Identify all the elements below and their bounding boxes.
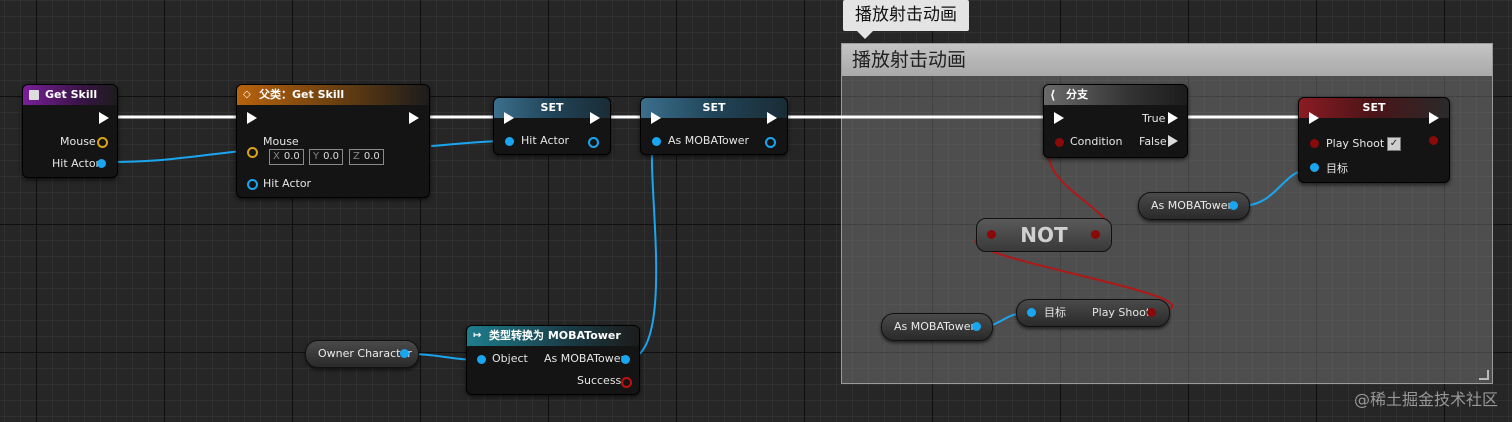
play-shoot-label: Play Shoot xyxy=(1092,306,1151,319)
play-shoot-checkbox[interactable]: ✓ xyxy=(1387,137,1401,151)
condition-pin[interactable] xyxy=(1055,138,1064,147)
set-as-tower-node[interactable]: SET As MOBATower xyxy=(640,97,788,155)
function-icon: ◇ xyxy=(243,89,251,100)
as-tower-label: As MOBATower xyxy=(668,134,749,147)
exec-in-pin[interactable] xyxy=(651,112,661,124)
vector-x-field[interactable]: X 0.0 xyxy=(269,149,304,165)
wires-layer xyxy=(105,115,1317,361)
hit-actor-label: Hit Actor xyxy=(521,134,570,147)
branch-header[interactable]: ⟨ 分支 xyxy=(1044,85,1187,105)
parent-get-skill-header[interactable]: ◇ 父类：Get Skill xyxy=(237,85,429,105)
exec-in-pin[interactable] xyxy=(247,112,257,124)
owner-character-label: Owner Character xyxy=(318,347,412,360)
target-label: 目标 xyxy=(1326,162,1348,175)
exec-in-pin[interactable] xyxy=(1054,112,1064,124)
owner-character-pin[interactable] xyxy=(400,349,409,358)
success-pin[interactable] xyxy=(621,377,632,388)
mouse-label: Mouse xyxy=(60,135,96,148)
play-shoot-pin[interactable] xyxy=(1147,308,1156,317)
play-shoot-out-pin[interactable] xyxy=(1429,136,1438,145)
cast-node[interactable]: ↦ 类型转换为 MOBATower Object As MOBATower Su… xyxy=(466,325,640,395)
cast-header[interactable]: ↦ 类型转换为 MOBATower xyxy=(467,326,639,346)
hit-actor-in-pin[interactable] xyxy=(505,137,514,146)
not-in-pin[interactable] xyxy=(987,230,996,239)
hit-actor-label: Hit Actor xyxy=(263,177,312,190)
exec-out-pin[interactable] xyxy=(590,112,600,124)
branch-node[interactable]: ⟨ 分支 True Condition False xyxy=(1043,84,1188,158)
set-as-tower-title[interactable]: SET xyxy=(641,98,787,118)
as-tower-pin[interactable] xyxy=(621,355,630,364)
set-hit-actor-node[interactable]: SET Hit Actor xyxy=(493,97,611,155)
not-out-pin[interactable] xyxy=(1091,230,1100,239)
false-label: False xyxy=(1139,135,1167,148)
as-tower-variable-2-pin[interactable] xyxy=(972,322,981,331)
object-pin[interactable] xyxy=(477,355,486,364)
event-icon xyxy=(29,90,39,100)
set-play-shoot-title[interactable]: SET xyxy=(1299,98,1449,118)
owner-character-variable[interactable]: Owner Character xyxy=(305,340,419,368)
exec-in-pin[interactable] xyxy=(1309,112,1319,124)
play-shoot-label: Play Shoot xyxy=(1326,137,1385,150)
as-tower-variable-2[interactable]: As MOBATower xyxy=(881,313,993,341)
watermark: @稀土掘金技术社区 xyxy=(1353,390,1498,409)
cast-icon: ↦ xyxy=(473,330,482,341)
condition-label: Condition xyxy=(1070,135,1123,148)
set-play-shoot-node[interactable]: SET Play Shoot ✓ 目标 xyxy=(1298,97,1450,183)
branch-title: 分支 xyxy=(1066,88,1088,101)
branch-icon: ⟨ xyxy=(1050,88,1056,102)
exec-out-pin[interactable] xyxy=(99,112,109,124)
success-label: Success xyxy=(577,374,622,387)
exec-out-pin[interactable] xyxy=(1429,112,1439,124)
as-tower-out-pin[interactable] xyxy=(765,137,776,148)
exec-out-pin[interactable] xyxy=(767,112,777,124)
hit-actor-pin[interactable] xyxy=(97,159,106,168)
play-shoot-in-pin[interactable] xyxy=(1310,139,1319,148)
target-pin[interactable] xyxy=(1310,163,1319,172)
as-tower-label: As MOBATower xyxy=(544,352,625,365)
mouse-label: Mouse xyxy=(263,135,299,148)
exec-in-pin[interactable] xyxy=(504,112,514,124)
not-title: NOT xyxy=(1020,223,1068,247)
true-label: True xyxy=(1142,112,1166,125)
target-label: 目标 xyxy=(1044,306,1066,319)
as-tower-variable-pin[interactable] xyxy=(1229,201,1238,210)
get-skill-title: Get Skill xyxy=(45,88,98,101)
parent-get-skill-node[interactable]: ◇ 父类：Get Skill Mouse X 0.0 Y 0.0 Z 0.0 Hit … xyxy=(236,84,430,198)
false-exec-pin[interactable] xyxy=(1168,135,1178,147)
object-label: Object xyxy=(492,352,528,365)
get-skill-node[interactable]: Get Skill Mouse Hit Actor xyxy=(22,84,118,178)
get-play-shoot-node[interactable]: 目标 Play Shoot xyxy=(1016,299,1170,327)
hit-actor-pin[interactable] xyxy=(247,179,258,190)
hit-actor-out-pin[interactable] xyxy=(588,137,599,148)
target-pin[interactable] xyxy=(1027,308,1036,317)
hit-actor-label: Hit Actor xyxy=(52,157,101,170)
vector-y-field[interactable]: Y 0.0 xyxy=(309,149,344,165)
get-skill-header[interactable]: Get Skill xyxy=(23,85,117,105)
mouse-pin[interactable] xyxy=(247,147,258,158)
as-tower-variable[interactable]: As MOBATower xyxy=(1138,192,1250,220)
exec-out-pin[interactable] xyxy=(409,112,419,124)
parent-get-skill-title: 父类：Get Skill xyxy=(259,88,345,101)
cast-title: 类型转换为 MOBATower xyxy=(489,329,621,342)
not-node[interactable]: NOT xyxy=(976,218,1112,252)
as-tower-variable-label: As MOBATower xyxy=(1151,199,1232,212)
as-tower-in-pin[interactable] xyxy=(652,137,661,146)
mouse-pin[interactable] xyxy=(97,137,108,148)
object-wire xyxy=(105,149,253,163)
true-exec-pin[interactable] xyxy=(1168,112,1178,124)
as-tower-variable-2-label: As MOBATower xyxy=(894,320,975,333)
vector-z-field[interactable]: Z 0.0 xyxy=(349,149,384,165)
